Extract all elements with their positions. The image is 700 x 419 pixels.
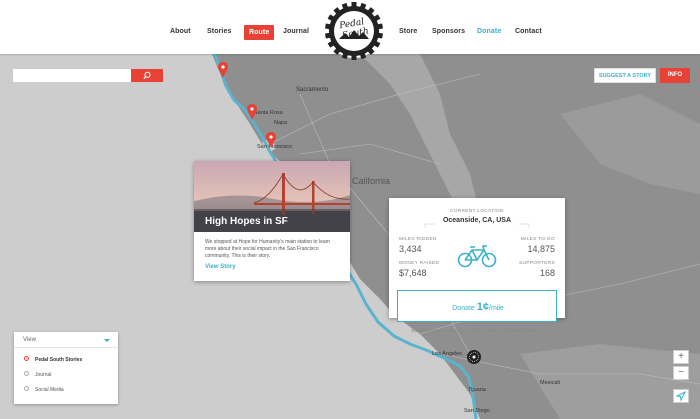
supporters-value: 168 — [539, 268, 555, 278]
donate-button[interactable]: Donate 1¢/mile — [397, 290, 557, 322]
miles-to-go-value: 14,875 — [527, 244, 555, 254]
current-location-marker[interactable] — [467, 350, 481, 364]
nav-donate[interactable]: Donate — [477, 23, 501, 41]
label-los-angeles: Los Angeles — [432, 351, 462, 357]
story-title: High Hopes in SF — [205, 216, 288, 227]
label-california: California — [352, 176, 390, 186]
search-button[interactable] — [131, 69, 163, 82]
money-raised-label: MONEY RAISED — [399, 261, 440, 266]
view-option-stories[interactable]: Pedal South Stories — [24, 356, 83, 363]
miles-ridden-value: 3,434 — [399, 244, 422, 254]
donate-amount: 1¢ — [476, 301, 489, 313]
label-mexicali: Mexicali — [540, 380, 560, 386]
nav-sponsors[interactable]: Sponsors — [432, 23, 465, 41]
donate-label: Donate 1¢/mile — [398, 301, 558, 313]
nav-contact[interactable]: Contact — [515, 23, 542, 41]
story-description: We stopped at Hope for Humanity's main s… — [205, 239, 331, 259]
view-story-link[interactable]: View Story — [205, 264, 236, 270]
radio-icon — [24, 386, 29, 392]
info-button[interactable]: INFO — [660, 68, 690, 83]
radio-icon — [24, 371, 29, 377]
navigation-arrow-icon — [675, 390, 687, 402]
view-option-label: Journal — [35, 372, 52, 378]
search-icon — [143, 71, 151, 80]
story-card: High Hopes in SF We stopped at Hope for … — [194, 161, 350, 281]
donate-prefix: Donate — [452, 305, 475, 312]
map-search — [12, 68, 164, 88]
nav-stories[interactable]: Stories — [207, 23, 231, 41]
zoom-in-button[interactable]: + — [673, 350, 689, 364]
view-option-social-media[interactable]: Social Media — [24, 386, 64, 393]
nav-about[interactable]: About — [170, 23, 191, 41]
money-raised-value: $7,648 — [399, 268, 427, 278]
zoom-out-button[interactable]: − — [673, 366, 689, 380]
locate-button[interactable] — [673, 389, 689, 403]
nav-store[interactable]: Store — [399, 23, 417, 41]
label-tijuana: Tijuana — [468, 387, 487, 393]
donate-suffix: /mile — [489, 305, 504, 312]
label-san-francisco: San Francisco — [257, 144, 292, 150]
label-santa-rosa: Santa Rosa — [254, 110, 284, 116]
label-napa: Napa — [274, 120, 288, 126]
story-image: High Hopes in SF — [194, 161, 350, 232]
supporters-label: SUPPORTERS — [519, 261, 555, 266]
view-option-label: Social Media — [35, 387, 64, 393]
view-option-journal[interactable]: Journal — [24, 371, 52, 378]
view-option-label: Pedal South Stories — [35, 357, 83, 363]
nav-journal[interactable]: Journal — [283, 23, 309, 41]
label-san-diego: San Diego — [464, 408, 490, 414]
pedal-south-logo[interactable]: Pedal South — [324, 1, 384, 61]
nav-route[interactable]: Route — [244, 25, 275, 40]
bicycle-icon — [457, 245, 497, 268]
radio-selected-icon — [24, 356, 29, 362]
label-sacramento: Sacramento — [296, 87, 329, 93]
search-input[interactable] — [13, 74, 133, 88]
chevron-down-icon — [104, 339, 110, 342]
view-title: View — [23, 337, 36, 343]
view-filter-panel: View Pedal South Stories Journal Social … — [14, 332, 118, 404]
view-dropdown[interactable]: View — [14, 332, 118, 348]
stats-card: CURRENT LOCATION Oceanside, CA, USA MILE… — [389, 198, 565, 334]
suggest-story-button[interactable]: SUGGEST A STORY — [594, 68, 656, 83]
donation-note: $8/MONTH STARTING 7/1/14. 100% TAX DEDUC… — [411, 329, 543, 334]
miles-ridden-label: MILES RIDDEN — [399, 237, 437, 242]
miles-to-go-label: MILES TO GO — [520, 237, 555, 242]
